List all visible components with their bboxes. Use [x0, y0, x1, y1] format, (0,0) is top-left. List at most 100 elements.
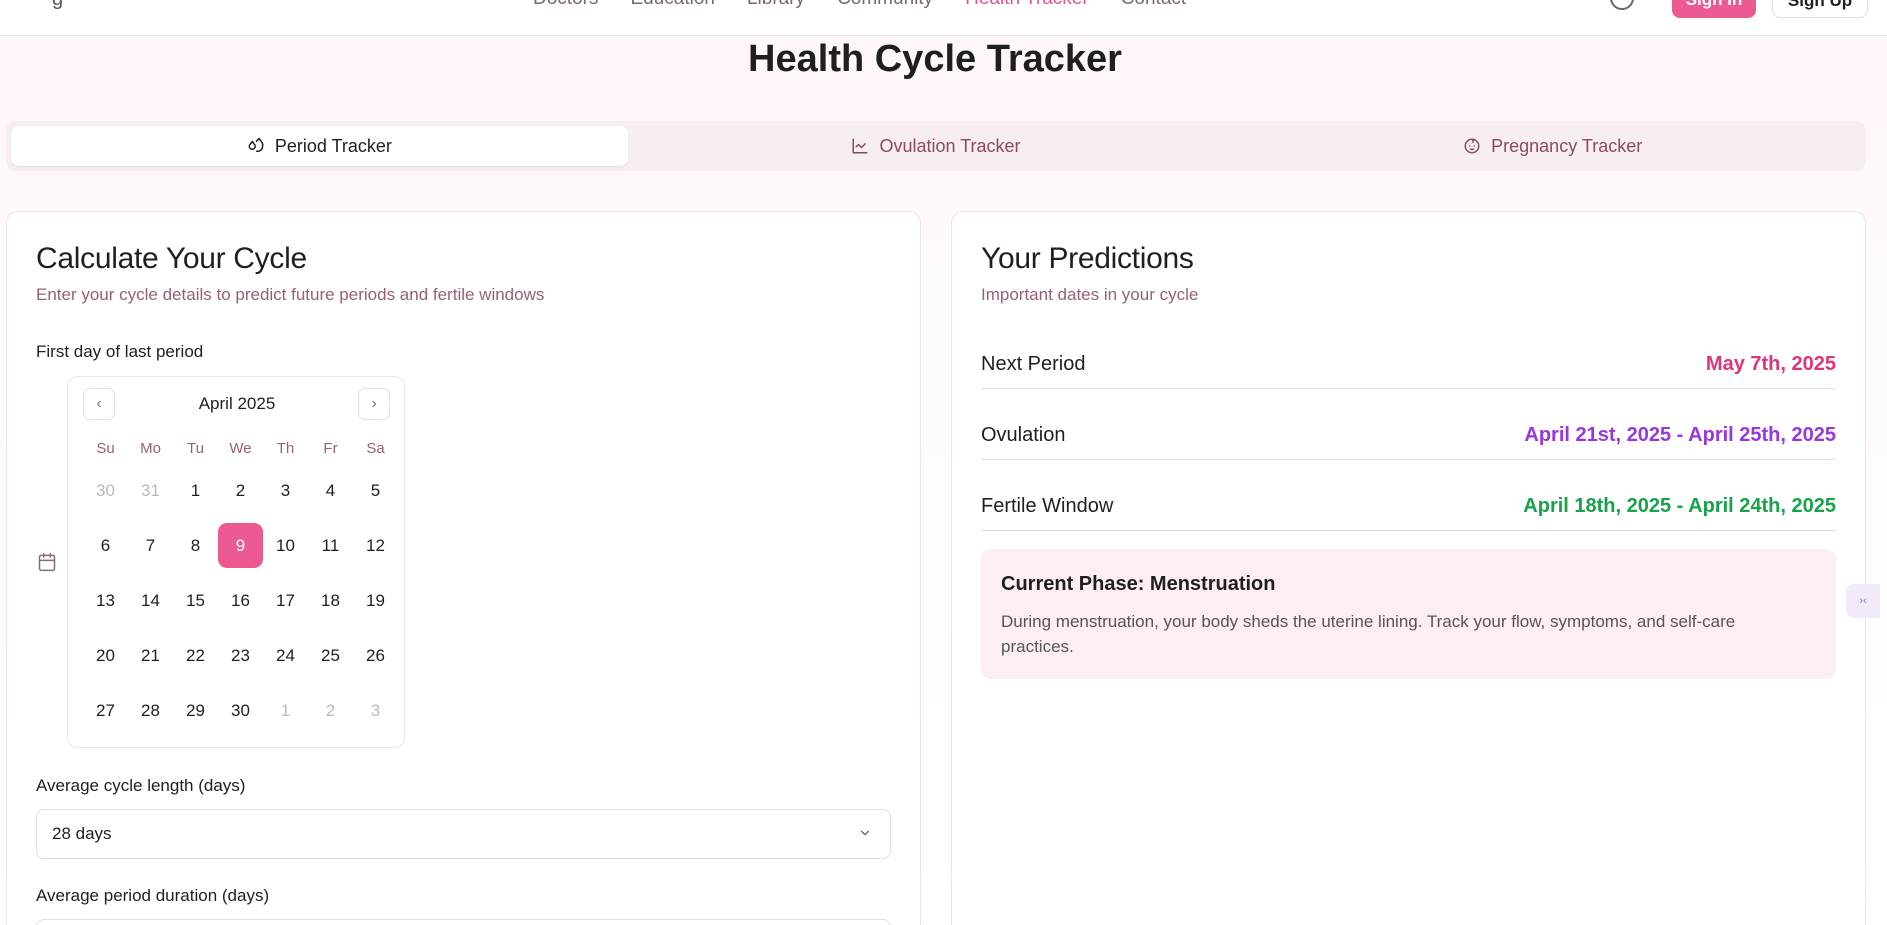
calendar-day[interactable]: 21	[128, 628, 173, 683]
first-day-label: First day of last period	[36, 342, 204, 361]
calendar-day[interactable]: 15	[173, 573, 218, 628]
calculate-cycle-card: Calculate Your Cycle Enter your cycle de…	[6, 211, 921, 925]
prediction-label: Next Period	[981, 353, 1086, 375]
predictions-card: Your Predictions Important dates in your…	[951, 211, 1866, 925]
prediction-fertile-window: Fertile Window April 18th, 2025 - April …	[981, 487, 1836, 531]
tracker-tabs: Period Tracker Ovulation Tracker Pregnan…	[6, 121, 1866, 171]
page-title: Health Cycle Tracker	[748, 38, 1122, 80]
tab-pregnancy-tracker[interactable]: Pregnancy Tracker	[1244, 126, 1861, 166]
nav-link-health-tracker[interactable]: Health Tracker	[965, 0, 1089, 10]
card-title: Calculate Your Cycle	[36, 242, 307, 275]
calendar-day[interactable]: 17	[263, 573, 308, 628]
weekday-label: Th	[276, 439, 295, 457]
sign-up-button[interactable]: Sign Up	[1772, 0, 1868, 18]
nav-link-community[interactable]: Community	[837, 0, 933, 10]
prediction-label: Ovulation	[981, 424, 1066, 446]
weekday-label: Fr	[323, 439, 338, 457]
droplet-icon	[248, 137, 264, 153]
date-picker-calendar: ‹ April 2025 › Su Mo Tu We Th Fr Sa 30 3…	[67, 376, 405, 748]
nav-link-doctors[interactable]: Doctors	[533, 0, 598, 10]
calendar-week: 27 28 29 30 1 2 3	[83, 683, 398, 738]
calendar-day[interactable]: 26	[353, 628, 398, 683]
prediction-value: May 7th, 2025	[1705, 353, 1836, 375]
sign-in-button[interactable]: Sign In	[1672, 0, 1756, 18]
chevron-down-icon	[860, 830, 870, 836]
calendar-day[interactable]: 3	[263, 463, 308, 518]
weekday-label: Sa	[366, 439, 385, 457]
tab-label: Pregnancy Tracker	[1491, 135, 1643, 156]
nav-link-contact[interactable]: Contact	[1121, 0, 1186, 10]
calendar-day[interactable]: 20	[83, 628, 128, 683]
chevron-right-icon: ›	[371, 395, 377, 412]
globe-icon[interactable]	[1610, 0, 1634, 10]
calendar-day[interactable]: 30	[218, 683, 263, 738]
calendar-day[interactable]: 16	[218, 573, 263, 628]
calendar-day[interactable]: 28	[128, 683, 173, 738]
weekday-label: Su	[96, 439, 115, 457]
calendar-week: 6 7 8 9 10 11 12	[83, 518, 398, 573]
weekday-label: Tu	[187, 439, 204, 457]
selected-day-label: 9	[218, 523, 263, 568]
cycle-length-select[interactable]: 28 days	[36, 809, 891, 859]
tab-period-tracker[interactable]: Period Tracker	[11, 126, 628, 166]
calendar-day[interactable]: 12	[353, 518, 398, 573]
phase-description: During menstruation, your body sheds the…	[1001, 612, 1736, 656]
calendar-day[interactable]: 29	[173, 683, 218, 738]
baby-icon	[1464, 138, 1480, 154]
weekday-header: Su Mo Tu We Th Fr Sa	[83, 433, 398, 463]
calendar-day[interactable]: 6	[83, 518, 128, 573]
weekday-label: We	[229, 439, 252, 457]
side-drawer-toggle[interactable]: ›‹	[1846, 584, 1880, 618]
calendar-day[interactable]: 4	[308, 463, 353, 518]
card-subtitle: Important dates in your cycle	[981, 285, 1199, 304]
calendar-day[interactable]: 22	[173, 628, 218, 683]
calendar-day-selected[interactable]: 9	[218, 518, 263, 573]
calendar-day[interactable]: 30	[83, 463, 128, 518]
calendar-day[interactable]: 18	[308, 573, 353, 628]
calendar-grid: Su Mo Tu We Th Fr Sa 30 31 1 2 3 4 5 6 7…	[83, 433, 398, 738]
logo-fragment[interactable]: g	[52, 0, 63, 11]
calendar-day[interactable]: 8	[173, 518, 218, 573]
current-phase-panel: Current Phase: Menstruation During menst…	[981, 549, 1836, 679]
nav-links: Doctors Education Library Community Heal…	[533, 0, 1186, 10]
calendar-day[interactable]: 2	[218, 463, 263, 518]
nav-link-education[interactable]: Education	[630, 0, 715, 10]
calendar-day[interactable]: 10	[263, 518, 308, 573]
calendar-day[interactable]: 3	[353, 683, 398, 738]
prediction-value: April 21st, 2025 - April 25th, 2025	[1524, 424, 1836, 446]
prediction-value: April 18th, 2025 - April 24th, 2025	[1523, 495, 1836, 517]
calendar-week: 20 21 22 23 24 25 26	[83, 628, 398, 683]
calendar-day[interactable]: 13	[83, 573, 128, 628]
tab-label: Ovulation Tracker	[879, 135, 1021, 156]
calendar-week: 13 14 15 16 17 18 19	[83, 573, 398, 628]
cycle-length-label: Average cycle length (days)	[36, 776, 246, 795]
calendar-day[interactable]: 11	[308, 518, 353, 573]
calendar-day[interactable]: 1	[263, 683, 308, 738]
calendar-day[interactable]: 1	[173, 463, 218, 518]
prediction-ovulation: Ovulation April 21st, 2025 - April 25th,…	[981, 416, 1836, 460]
tab-label: Period Tracker	[274, 135, 392, 156]
prediction-next-period: Next Period May 7th, 2025	[981, 345, 1836, 389]
calendar-day[interactable]: 5	[353, 463, 398, 518]
weekday-label: Mo	[140, 439, 161, 457]
calendar-day[interactable]: 24	[263, 628, 308, 683]
tab-ovulation-tracker[interactable]: Ovulation Tracker	[628, 126, 1245, 166]
nav-link-library[interactable]: Library	[747, 0, 805, 10]
expand-arrows-icon: ›‹	[1859, 595, 1867, 607]
calendar-icon	[38, 552, 56, 572]
prediction-label: Fertile Window	[981, 495, 1114, 517]
calendar-day[interactable]: 27	[83, 683, 128, 738]
calendar-day[interactable]: 31	[128, 463, 173, 518]
calendar-day[interactable]: 14	[128, 573, 173, 628]
calendar-day[interactable]: 7	[128, 518, 173, 573]
calendar-day[interactable]: 23	[218, 628, 263, 683]
card-title: Your Predictions	[981, 242, 1194, 275]
cycle-length-value: 28 days	[52, 824, 112, 843]
calendar-day[interactable]: 25	[308, 628, 353, 683]
calendar-day[interactable]: 19	[353, 573, 398, 628]
top-navbar: g Doctors Education Library Community He…	[0, 0, 1887, 36]
period-duration-select[interactable]	[36, 919, 891, 925]
calendar-day[interactable]: 2	[308, 683, 353, 738]
line-chart-icon	[852, 138, 868, 154]
next-month-button[interactable]: ›	[358, 388, 390, 420]
